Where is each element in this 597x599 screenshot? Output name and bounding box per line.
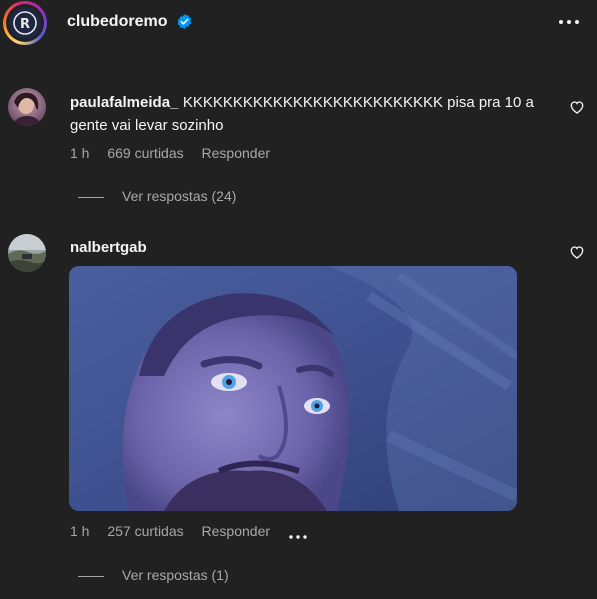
account-name[interactable]: clubedoremo xyxy=(67,13,167,31)
comment-more-options-icon[interactable] xyxy=(288,528,308,539)
comment-likes[interactable]: 257 curtidas xyxy=(107,523,183,539)
comment-time: 1 h xyxy=(70,145,90,161)
avatar[interactable] xyxy=(8,88,46,126)
view-replies-button[interactable]: Ver respostas (24) xyxy=(78,188,236,204)
comment-username[interactable]: paulafalmeida_ xyxy=(70,94,178,111)
like-heart-icon[interactable] xyxy=(569,99,585,115)
comment-body: nalbertgab xyxy=(70,236,560,259)
verified-badge-icon xyxy=(176,13,193,30)
comment-body: paulafalmeida_ KKKKKKKKKKKKKKKKKKKKKKKKK… xyxy=(70,91,560,137)
replies-divider-line xyxy=(78,196,104,198)
replies-divider-line xyxy=(78,575,104,577)
view-replies-label: Ver respostas (24) xyxy=(122,188,237,204)
account-avatar[interactable]: R xyxy=(3,1,47,45)
avatar[interactable] xyxy=(8,234,46,272)
comment-meta: 1 h 669 curtidas Responder xyxy=(70,145,284,161)
club-logo-icon: R xyxy=(9,7,41,39)
comment-time: 1 h xyxy=(70,523,90,539)
post-header: R clubedoremo xyxy=(0,0,597,46)
comment-username[interactable]: nalbertgab xyxy=(70,239,147,256)
view-replies-button[interactable]: Ver respostas (1) xyxy=(78,567,229,583)
reply-button[interactable]: Responder xyxy=(202,523,271,539)
more-options-icon[interactable] xyxy=(556,12,582,32)
view-replies-label: Ver respostas (1) xyxy=(122,567,229,583)
like-heart-icon[interactable] xyxy=(569,244,585,260)
reply-button[interactable]: Responder xyxy=(202,145,271,161)
svg-text:R: R xyxy=(20,17,30,32)
comment-gif-image[interactable] xyxy=(69,266,517,511)
comment-likes[interactable]: 669 curtidas xyxy=(107,145,183,161)
comment-meta: 1 h 257 curtidas Responder xyxy=(70,523,322,539)
